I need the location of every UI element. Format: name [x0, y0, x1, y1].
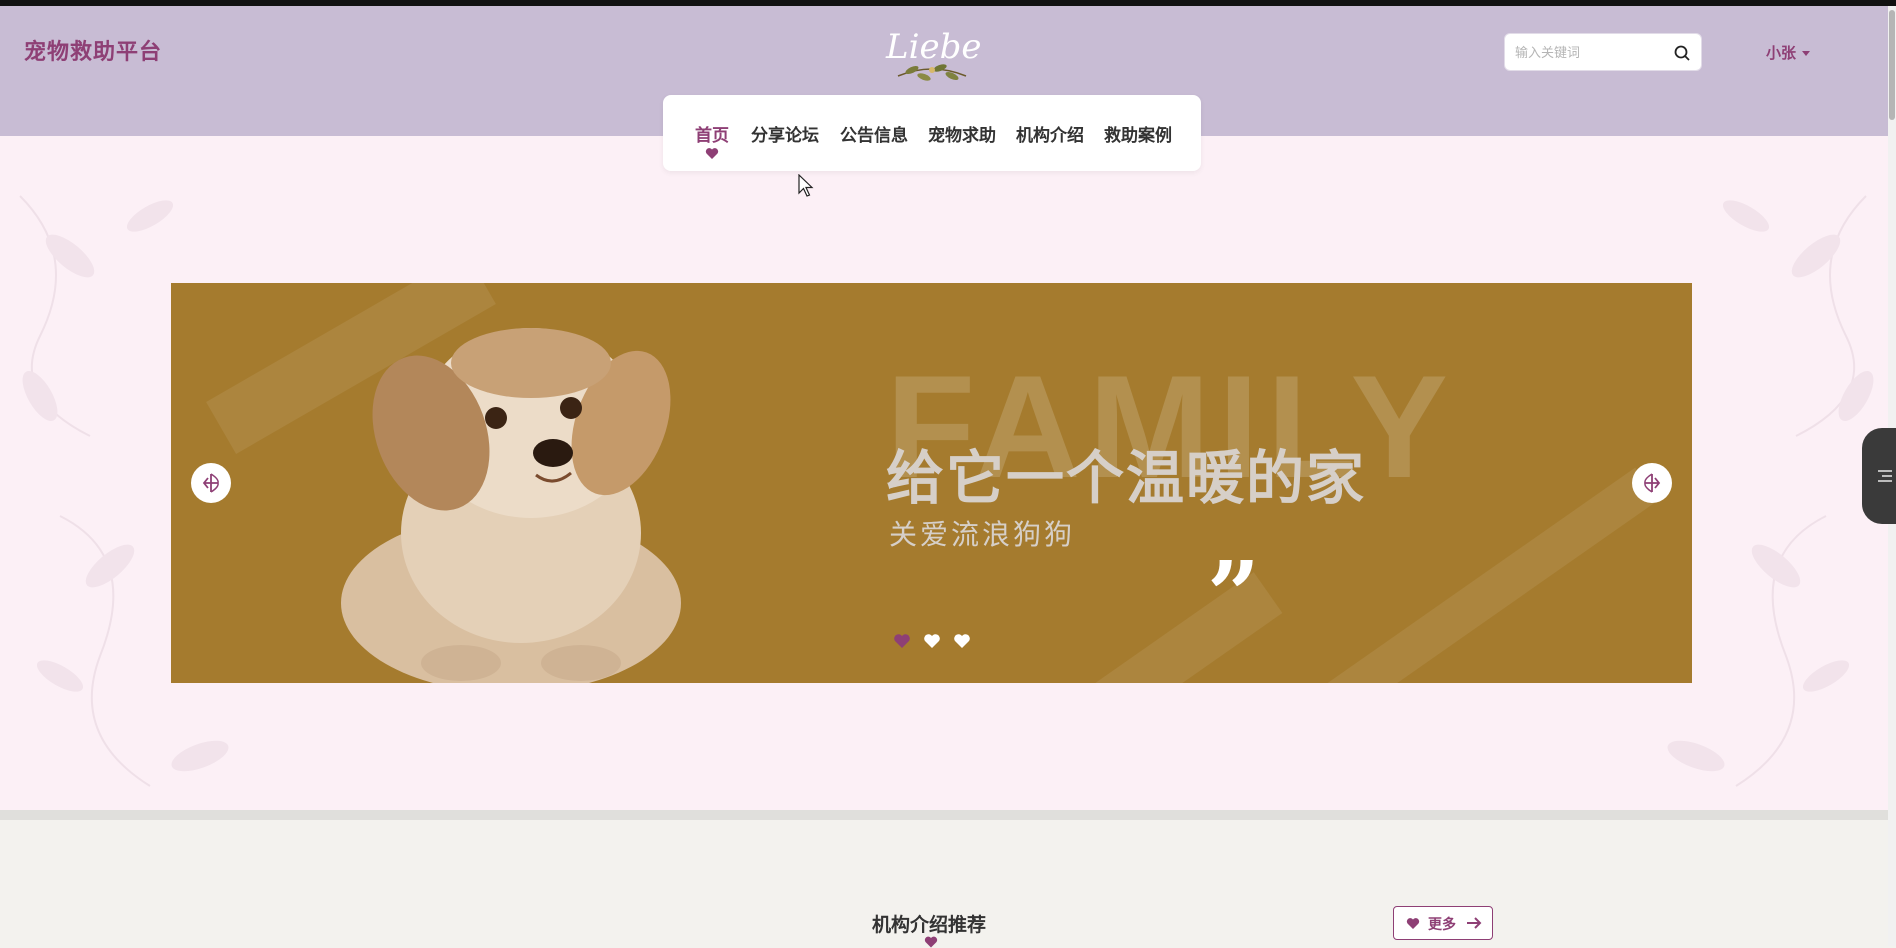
carousel-dot-1[interactable] [893, 633, 911, 649]
next-arrow-icon [1644, 473, 1661, 493]
side-toc-tab[interactable] [1862, 428, 1896, 524]
banner-slogan: 给它一个温暖的家 [886, 444, 1367, 512]
logo-text: Liebe [885, 27, 981, 67]
nav-item-forum[interactable]: 分享论坛 [751, 121, 819, 146]
nav-item-home[interactable]: 首页 [695, 121, 729, 146]
search-input[interactable] [1513, 40, 1667, 66]
arrow-right-icon [1467, 917, 1482, 929]
user-menu[interactable]: 小张 [1766, 42, 1811, 63]
nav-item-organizations[interactable]: 机构介绍 [1016, 121, 1084, 146]
section-title: 机构介绍推荐 [872, 914, 987, 936]
dog-image [341, 328, 681, 683]
search-box [1504, 33, 1702, 71]
search-icon[interactable] [1673, 44, 1691, 62]
toc-icon [1878, 470, 1892, 482]
carousel-dot-2[interactable] [923, 633, 941, 649]
site-brand[interactable]: 宠物救助平台 [24, 34, 162, 66]
mouse-cursor-icon [798, 174, 814, 197]
banner-subslogan: 关爱流浪狗狗 [889, 518, 1076, 551]
nav-item-rescue-cases[interactable]: 救助案例 [1104, 121, 1172, 146]
caret-down-icon [1802, 51, 1811, 56]
main-nav: 首页 分享论坛 公告信息 宠物求助 机构介绍 救助案例 [663, 95, 1201, 171]
more-button[interactable]: 更多 [1393, 906, 1493, 940]
site-logo[interactable]: Liebe [880, 18, 984, 88]
hero-section: FAMILY 给它一个温暖的家 关爱流浪狗狗 ” [0, 136, 1896, 810]
scrollbar-thumb[interactable] [1889, 10, 1895, 120]
carousel-next-button[interactable] [1632, 463, 1672, 503]
nav-item-pet-help[interactable]: 宠物求助 [928, 121, 996, 146]
heart-icon [1406, 918, 1420, 929]
banner-quote-mark: ” [1207, 541, 1260, 649]
carousel-prev-button[interactable] [191, 463, 231, 503]
user-name: 小张 [1766, 44, 1797, 62]
more-label: 更多 [1428, 917, 1456, 933]
active-heart-icon [705, 148, 719, 159]
hero-banner-carousel[interactable]: FAMILY 给它一个温暖的家 关爱流浪狗狗 ” [171, 283, 1692, 683]
heart-icon [924, 936, 938, 948]
prev-arrow-icon [202, 473, 219, 493]
nav-item-announcements[interactable]: 公告信息 [840, 121, 908, 146]
carousel-dot-3[interactable] [953, 633, 971, 649]
org-recommend-section: 机构介绍推荐 更多 [0, 820, 1896, 948]
section-divider [0, 810, 1896, 820]
